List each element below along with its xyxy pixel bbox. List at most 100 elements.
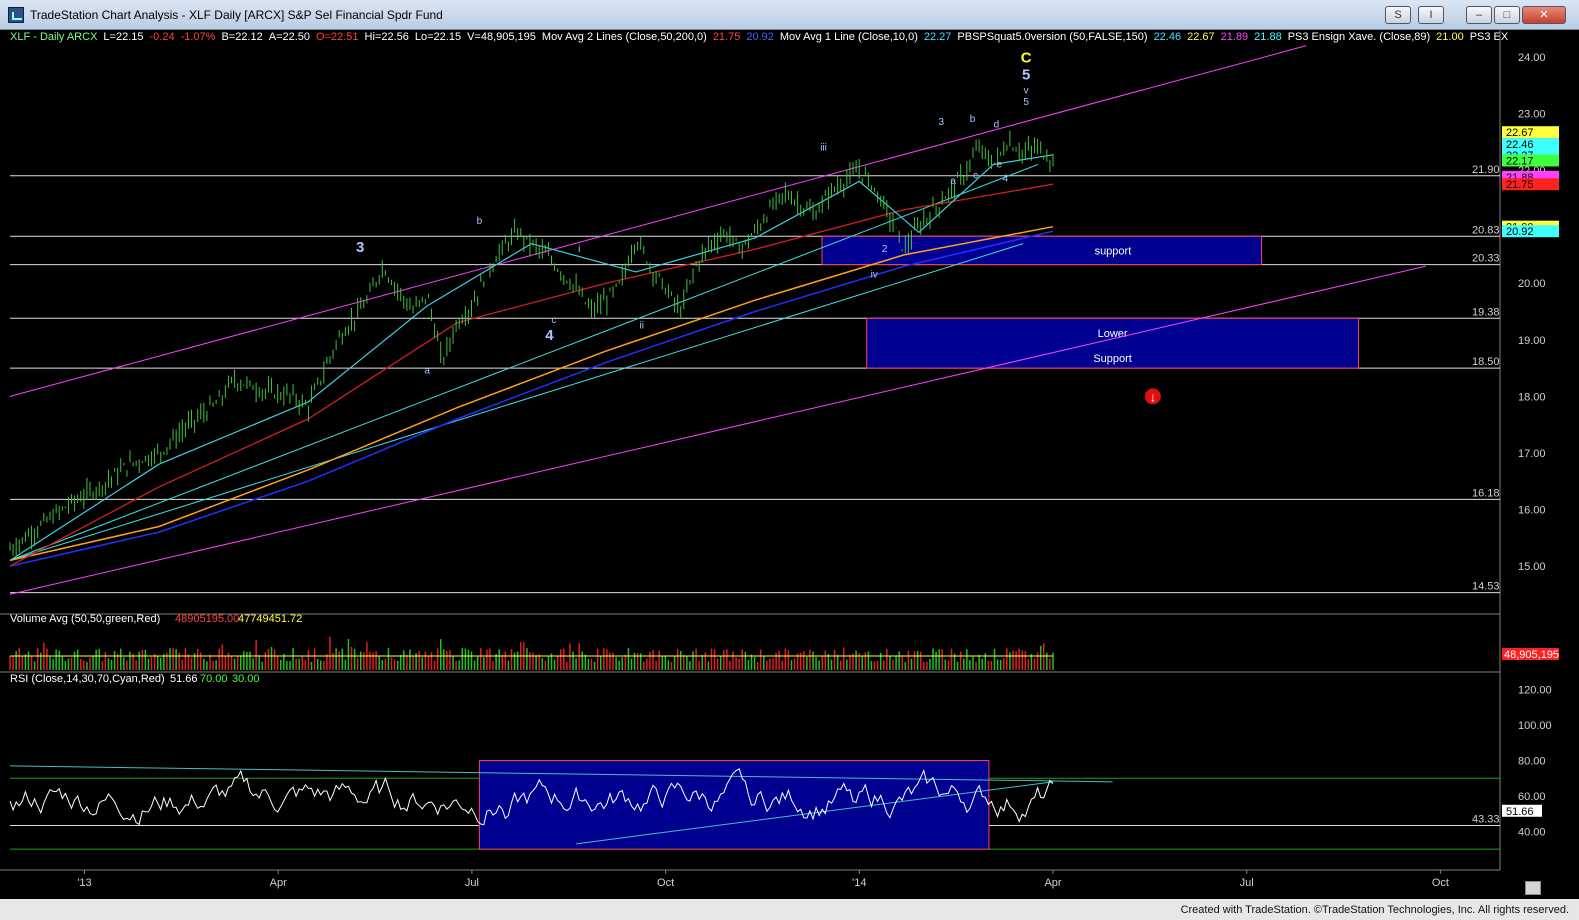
horizontal-level-label: 20.83: [1472, 224, 1500, 236]
header-item-18: 21.89: [1221, 31, 1249, 43]
price-tick-label: 17.00: [1518, 448, 1546, 460]
indicator-link-button[interactable]: I: [1418, 6, 1444, 24]
wave-label: c: [551, 315, 556, 326]
wave-label: e: [997, 159, 1003, 170]
header-item-17: 22.67: [1187, 31, 1215, 43]
header-item-4: B=22.12: [221, 31, 262, 43]
wave-label: C: [1021, 50, 1032, 67]
volume-tag-label: 48,905,195: [1504, 649, 1559, 661]
ensign-average-line: [9, 225, 1054, 562]
wave-label: 3: [356, 239, 364, 256]
minimize-button[interactable]: –: [1466, 6, 1492, 24]
price-tag-label: 21.75: [1506, 179, 1534, 191]
horizontal-level-label: 18.50: [1472, 356, 1500, 368]
wave-label: i: [578, 244, 580, 255]
price-tick-label: 16.00: [1518, 504, 1546, 516]
price-tick-label: 24.00: [1518, 52, 1546, 64]
price-tick-label: 23.00: [1518, 109, 1546, 121]
price-tag-label: 20.92: [1506, 226, 1534, 238]
horizontal-level-label: 14.53: [1472, 581, 1500, 593]
header-item-0: XLF - Daily ARCX: [10, 31, 98, 43]
time-tick-label: '13: [77, 877, 91, 889]
horizontal-level-label: 20.33: [1472, 253, 1500, 265]
wave-label: iii: [820, 142, 827, 153]
header-item-12: 20.92: [746, 31, 774, 43]
wave-label: b: [970, 114, 976, 125]
time-tick-label: Jul: [1240, 877, 1254, 889]
horizontal-scroll-thumb[interactable]: [1525, 881, 1541, 895]
header-item-10: Mov Avg 2 Lines (Close,50,200,0): [542, 31, 707, 43]
wave-label: 3: [938, 117, 944, 128]
horizontal-level-label: 16.18: [1472, 487, 1500, 499]
header-item-7: Hi=22.56: [365, 31, 409, 43]
wave-label: v: [1024, 86, 1029, 97]
wave-label: c: [973, 171, 978, 182]
rsi-tick-label: 60.00: [1518, 791, 1546, 803]
volume-panel-title: Volume Avg (50,50,green,Red): [10, 613, 160, 625]
rsi-panel-title: RSI (Close,14,30,70,Cyan,Red): [10, 673, 165, 685]
time-tick-label: Oct: [657, 877, 674, 889]
header-item-16: 22.46: [1154, 31, 1182, 43]
wave-label: 5: [1023, 97, 1029, 108]
time-tick-label: Oct: [1432, 877, 1449, 889]
rsi-level-label: 43.33: [1472, 814, 1500, 826]
header-item-8: Lo=22.15: [415, 31, 461, 43]
wave-label: ii: [640, 320, 644, 331]
maximize-button[interactable]: □: [1494, 6, 1520, 24]
header-item-9: V=48,905,195: [467, 31, 536, 43]
wave-label: a: [950, 176, 956, 187]
symbol-link-button[interactable]: S: [1385, 6, 1411, 24]
header-item-15: PBSPSquat5.0version (50,FALSE,150): [957, 31, 1147, 43]
horizontal-level-label: 21.90: [1472, 164, 1500, 176]
volume-value: 48905195.00: [175, 613, 239, 625]
rsi-tag-label: 51.66: [1506, 806, 1534, 818]
wave-label: 5: [1022, 67, 1030, 84]
rsi-value: 51.66: [170, 673, 198, 685]
rsi-upper-value: 70.00: [200, 673, 228, 685]
horizontal-level-label: 19.38: [1472, 306, 1500, 318]
close-button[interactable]: ✕: [1522, 6, 1566, 24]
price-tag-label: 22.67: [1506, 127, 1534, 139]
rsi-tick-label: 40.00: [1518, 826, 1546, 838]
header-item-20: PS3 Ensign Xave. (Close,89): [1288, 31, 1430, 43]
price-tick-label: 18.00: [1518, 391, 1546, 403]
time-tick-label: Apr: [270, 877, 287, 889]
price-tick-label: 19.00: [1518, 335, 1546, 347]
wave-label: 4: [545, 327, 554, 344]
down-arrow-glyph: ↓: [1150, 389, 1157, 404]
header-item-3: -1.07%: [181, 31, 216, 43]
app-chart-icon: [8, 7, 24, 23]
price-tick-label: 20.00: [1518, 278, 1546, 290]
support-zone-label: support: [1095, 245, 1132, 257]
trend-channel-line: [9, 265, 1426, 595]
wave-label: 4: [1003, 173, 1009, 184]
header-item-1: L=22.15: [103, 31, 143, 43]
rsi-tick-label: 120.00: [1518, 685, 1552, 697]
wave-label: 2: [882, 244, 888, 255]
ma200-line: [9, 230, 1054, 567]
header-item-14: 22.27: [924, 31, 952, 43]
volume-average-value: 47749451.72: [238, 613, 302, 625]
header-item-2: -0.24: [150, 31, 175, 43]
rsi-tick-label: 100.00: [1518, 720, 1552, 732]
header-item-6: O=22.51: [316, 31, 359, 43]
time-tick-label: Jul: [465, 877, 479, 889]
credit-text: Created with TradeStation. ©TradeStation…: [1180, 904, 1569, 916]
header-item-11: 21.75: [713, 31, 741, 43]
lower-support-label-2: Support: [1093, 353, 1132, 365]
window-title: TradeStation Chart Analysis - XLF Daily …: [30, 8, 443, 22]
header-item-5: A=22.50: [269, 31, 310, 43]
wave-label: iv: [871, 270, 878, 281]
price-tag-label: 22.17: [1506, 155, 1534, 167]
wave-label: d: [994, 120, 1000, 131]
header-item-22: PS3 EX: [1470, 31, 1509, 43]
time-tick-label: '14: [852, 877, 866, 889]
chart-area[interactable]: XLF - Daily ARCX L=22.15 -0.24 -1.07% B=22.1…: [0, 30, 1579, 899]
wave-label: a: [424, 366, 430, 377]
header-item-13: Mov Avg 1 Line (Close,10,0): [780, 31, 918, 43]
window-titlebar: TradeStation Chart Analysis - XLF Daily …: [0, 0, 1579, 30]
price-tick-label: 15.00: [1518, 561, 1546, 573]
rsi-lower-value: 30.00: [232, 673, 260, 685]
rsi-tick-label: 80.00: [1518, 756, 1546, 768]
trend-channel-line: [9, 243, 1024, 561]
